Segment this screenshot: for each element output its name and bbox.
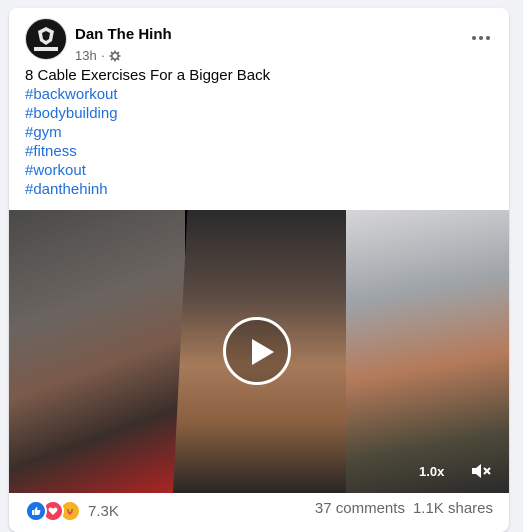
video-frame-left [9, 210, 185, 493]
post-body-text: 8 Cable Exercises For a Bigger Back [25, 67, 271, 84]
hashtag-link[interactable]: #gym [25, 123, 270, 142]
more-dot-icon [479, 36, 483, 40]
volume-muted-icon[interactable] [469, 460, 493, 482]
reactions-summary[interactable]: 7.3K [25, 500, 119, 522]
settings-gear-icon[interactable] [109, 50, 121, 62]
dot-separator: · [100, 48, 106, 63]
hashtag-link[interactable]: #fitness [25, 142, 270, 161]
post-time[interactable]: 13h [75, 48, 97, 63]
hashtag-link[interactable]: #danthehinh [25, 180, 270, 199]
post-footer: 7.3K 37 comments 1.1K shares [25, 500, 493, 524]
hashtag-link[interactable]: #bodybuilding [25, 104, 270, 123]
post-header: Dan The Hinh 13h · [25, 18, 499, 66]
hashtag-link[interactable]: #workout [25, 161, 270, 180]
video-frame-right [346, 210, 509, 493]
more-options-button[interactable] [463, 26, 499, 50]
video-player[interactable]: 1.0x [9, 210, 509, 493]
avatar[interactable] [25, 18, 67, 60]
comments-count-link[interactable]: 37 comments [315, 500, 405, 517]
shares-count-link[interactable]: 1.1K shares [413, 500, 493, 517]
playback-speed-button[interactable]: 1.0x [419, 464, 444, 479]
play-button[interactable] [223, 317, 291, 385]
author-name[interactable]: Dan The Hinh [75, 26, 172, 43]
avatar-logo-icon [27, 20, 65, 58]
more-dot-icon [472, 36, 476, 40]
like-icon [25, 500, 47, 522]
engagement-stats: 37 comments 1.1K shares [315, 500, 493, 517]
post-meta: 13h · [75, 48, 121, 63]
post-text: 8 Cable Exercises For a Bigger Back #bac… [25, 66, 270, 199]
reaction-count: 7.3K [88, 502, 119, 520]
more-dot-icon [486, 36, 490, 40]
hashtag-link[interactable]: #backworkout [25, 85, 270, 104]
post-card: Dan The Hinh 13h · 8 Cable Exercises For… [9, 8, 509, 532]
